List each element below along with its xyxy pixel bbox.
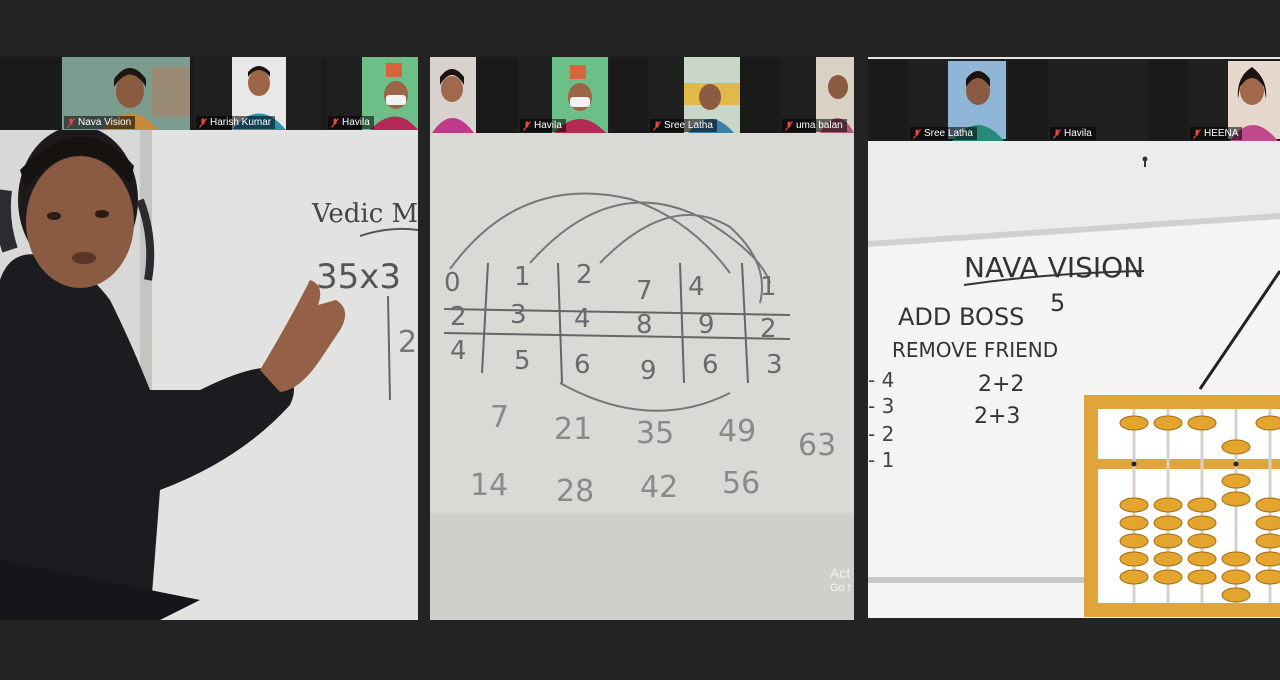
grid-cell: 6 (702, 350, 719, 380)
participant-tile[interactable] (430, 57, 476, 133)
grid-cell: 4 (688, 272, 705, 302)
participant-tile[interactable]: Havila (326, 57, 418, 130)
participant-name-tag: Sree Latha (910, 127, 977, 140)
grid-cell: 4 (450, 336, 467, 366)
muted-mic-icon (199, 117, 207, 128)
participant-tile[interactable]: Havila (518, 57, 610, 133)
grid-cell: 6 (574, 350, 591, 380)
participant-strip: Nava Vision Harish Kumar Havila (0, 57, 418, 130)
board-number: 5 (1050, 289, 1065, 317)
grid-cell: 1 (760, 272, 777, 302)
grid-cell: 3 (766, 350, 783, 380)
participant-tile[interactable]: Havila (1048, 59, 1148, 141)
main-video-feed: NAVA VISION ADD BOSS 5 REMOVE FRIEND - 4… (868, 141, 1280, 618)
participant-name: uma balan (796, 120, 843, 131)
main-video-feed: Vedic M 35x3 2 (0, 130, 418, 620)
board-sum: 2+2 (978, 372, 1024, 397)
muted-mic-icon (331, 117, 339, 128)
muted-mic-icon (1053, 128, 1061, 139)
participant-name: Sree Latha (664, 120, 713, 131)
grid-cell: 1 (514, 262, 531, 292)
participant-name-tag: Sree Latha (650, 119, 717, 132)
participant-strip: Havila Sree Latha uma balan (430, 57, 854, 133)
participant-name-tag: Nava Vision (64, 116, 136, 129)
participant-video-thumbnail (430, 57, 476, 133)
board-sum: 2+3 (974, 404, 1020, 429)
whiteboard-math-scene: 0 1 2 7 4 1 2 3 4 8 9 2 4 5 6 9 6 3 7 21… (430, 133, 854, 620)
participant-name: Harish Kumar (210, 117, 272, 128)
participant-tile[interactable]: Nava Vision (62, 57, 190, 130)
participant-name: HEENA (1204, 128, 1239, 139)
participant-name: Havila (1064, 128, 1092, 139)
participant-name-tag: Havila (520, 119, 566, 132)
whiteboard-scene: Vedic M 35x3 2 (0, 130, 418, 620)
whiteboard-abacus-scene: NAVA VISION ADD BOSS 5 REMOVE FRIEND - 4… (868, 141, 1280, 618)
multiple-value: 21 (554, 412, 592, 447)
muted-mic-icon (913, 128, 921, 139)
grid-cell: 0 (444, 268, 461, 298)
multiple-value: 35 (636, 416, 674, 451)
video-panel-3[interactable]: Sree Latha Havila HEENA NAVA VISION ADD … (868, 57, 1280, 618)
board-heading: Vedic M (311, 199, 418, 229)
board-list-item: - 3 (868, 394, 894, 418)
main-video-feed: 0 1 2 7 4 1 2 3 4 8 9 2 4 5 6 9 6 3 7 21… (430, 133, 854, 620)
participant-name-tag: Havila (1050, 127, 1096, 140)
grid-cell: 2 (760, 314, 777, 344)
board-expression: 35x3 (316, 257, 401, 297)
participant-name-tag: Harish Kumar (196, 116, 276, 129)
multiple-value: 28 (556, 474, 594, 509)
grid-cell: 9 (698, 310, 715, 340)
board-list-item: - 2 (868, 422, 894, 446)
video-panel-1[interactable]: Nava Vision Harish Kumar Havila Vedic M … (0, 57, 418, 620)
board-line-add: ADD BOSS (898, 303, 1024, 331)
participant-tile[interactable]: Harish Kumar (194, 57, 322, 130)
multiple-value: 14 (470, 468, 508, 503)
board-list-item: - 4 (868, 368, 894, 392)
grid-cell: 2 (576, 260, 593, 290)
muted-mic-icon (67, 117, 75, 128)
multiple-value: 42 (640, 470, 678, 505)
activation-watermark: Act Go t (830, 565, 851, 594)
multiple-value: 7 (490, 400, 509, 435)
grid-cell: 7 (636, 276, 653, 306)
multiple-value: 63 (798, 428, 836, 463)
participant-name-tag: HEENA (1190, 127, 1243, 140)
muted-mic-icon (653, 120, 661, 131)
muted-mic-icon (523, 120, 531, 131)
board-digit: 2 (398, 325, 417, 360)
multiple-value: 56 (722, 466, 760, 501)
grid-cell: 3 (510, 300, 527, 330)
participant-strip: Sree Latha Havila HEENA (868, 59, 1280, 141)
participant-tile[interactable]: uma balan (780, 57, 854, 133)
participant-name: Sree Latha (924, 128, 973, 139)
participant-name-tag: Havila (328, 116, 374, 129)
participant-name: Havila (342, 117, 370, 128)
board-title: NAVA VISION (964, 251, 1144, 284)
participant-name: Havila (534, 120, 562, 131)
participant-name-tag: uma balan (782, 119, 847, 132)
grid-cell: 9 (640, 356, 657, 386)
board-list-item: - 1 (868, 448, 894, 472)
grid-cell: 5 (514, 346, 531, 376)
grid-cell: 8 (636, 310, 653, 340)
participant-tile[interactable]: Sree Latha (648, 57, 740, 133)
participant-tile[interactable]: HEENA (1188, 59, 1280, 141)
muted-mic-icon (785, 120, 793, 131)
grid-cell: 4 (574, 304, 591, 334)
grid-cell: 2 (450, 302, 467, 332)
muted-mic-icon (1193, 128, 1201, 139)
participant-name: Nava Vision (78, 117, 132, 128)
video-panel-2[interactable]: Havila Sree Latha uma balan 0 1 2 7 4 1 … (430, 57, 854, 620)
participant-tile[interactable]: Sree Latha (908, 59, 1008, 141)
board-line-remove: REMOVE FRIEND (892, 338, 1058, 362)
multiple-value: 49 (718, 414, 756, 449)
abacus (1084, 395, 1280, 617)
